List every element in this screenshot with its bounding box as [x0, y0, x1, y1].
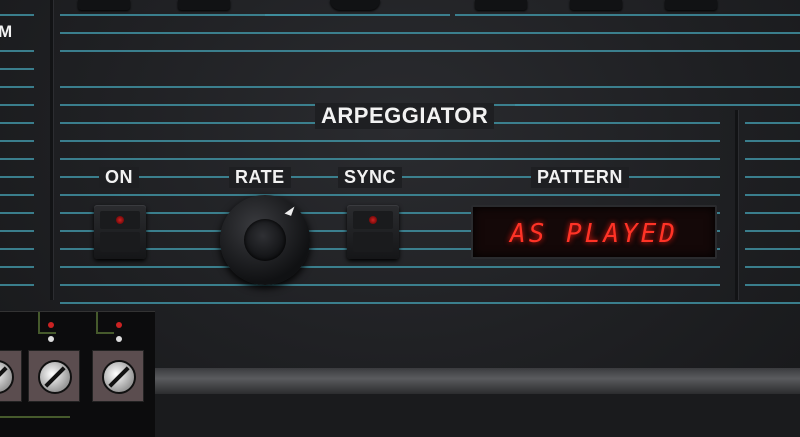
top-button-4[interactable]	[570, 0, 622, 10]
circuit-trace-1	[38, 312, 40, 334]
mod-knob-1[interactable]	[0, 350, 22, 402]
top-button-5[interactable]	[665, 0, 717, 10]
right-divider	[735, 110, 738, 300]
on-button[interactable]	[94, 205, 146, 259]
on-button-bottom	[100, 232, 140, 252]
right-stripes	[745, 120, 800, 300]
pattern-display-value: AS PLAYED	[510, 219, 678, 249]
synth-panel: M ARPEGGIATOR ON RATE SYNC PATTERN AS PL…	[0, 0, 800, 437]
top-button-3[interactable]	[475, 0, 527, 10]
mod-led-white-1	[48, 336, 54, 342]
left-stripes	[0, 10, 34, 310]
circuit-trace-4	[96, 332, 114, 334]
pattern-display[interactable]: AS PLAYED	[471, 205, 717, 259]
circuit-trace-5	[0, 416, 70, 418]
circuit-trace-2	[38, 332, 56, 334]
top-button-1[interactable]	[78, 0, 130, 10]
mod-led-red-1	[48, 322, 54, 328]
mod-knob-3[interactable]	[92, 350, 144, 402]
rate-knob-cap	[244, 219, 286, 261]
bottom-rail	[155, 368, 800, 394]
modulation-panel	[0, 311, 155, 437]
main-stripes	[60, 10, 800, 310]
sync-button[interactable]	[347, 205, 399, 259]
sync-button-bottom	[353, 232, 393, 252]
mod-knob-1-dial-icon	[0, 360, 14, 394]
mod-led-white-2	[116, 336, 122, 342]
pattern-label: PATTERN	[531, 167, 629, 188]
top-button-2[interactable]	[178, 0, 230, 10]
on-led-icon	[116, 216, 124, 224]
left-divider	[50, 0, 53, 300]
sync-led-icon	[369, 216, 377, 224]
rate-label: RATE	[229, 167, 291, 188]
mod-knob-3-dial-icon	[102, 360, 136, 394]
circuit-trace-3	[96, 312, 98, 334]
mod-knob-2[interactable]	[28, 350, 80, 402]
mod-knob-2-dial-icon	[38, 360, 72, 394]
sync-label: SYNC	[338, 167, 403, 188]
top-knob-partial[interactable]	[330, 0, 380, 10]
rate-knob[interactable]	[220, 195, 310, 285]
on-label: ON	[99, 167, 139, 188]
mod-led-red-2	[116, 322, 122, 328]
section-title: ARPEGGIATOR	[315, 103, 495, 129]
left-edge-label: M	[0, 22, 13, 41]
